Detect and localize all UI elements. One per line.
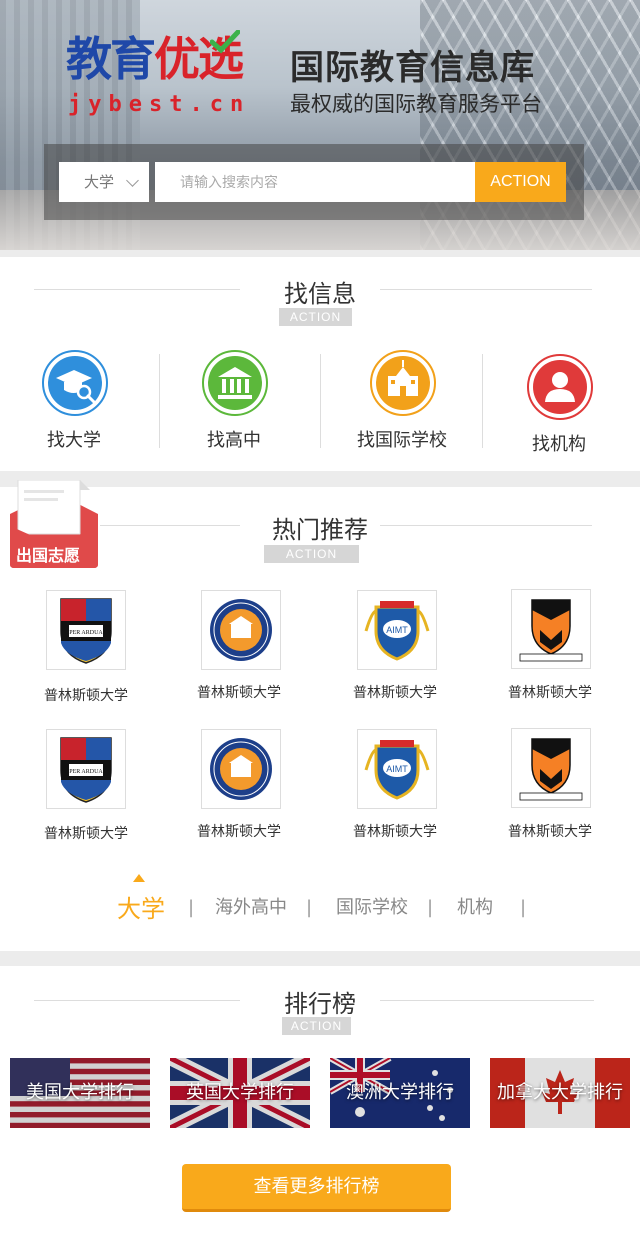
virginia-seal-icon [201, 590, 281, 670]
tab-university[interactable]: 大学 [117, 889, 165, 924]
ranking-label: 美国大学排行 [26, 1082, 134, 1103]
more-rankings-button[interactable]: 查看更多排行榜 [182, 1164, 451, 1212]
ranking-canada[interactable]: 加拿大大学排行 [490, 1058, 630, 1128]
university-name: 普林斯顿大学 [44, 688, 128, 704]
princeton-shield-icon [511, 589, 591, 669]
ranking-section: 排行榜 ACTION 美国大学排行 英国大学排行 澳洲大学排行 加拿大大学排行 … [0, 966, 640, 1253]
ranking-label: 澳洲大学排行 [346, 1082, 454, 1103]
find-info-section: 找信息 ACTION 找大学 找高中 找国际学校 找机构 [0, 257, 640, 471]
slogan-main: 国际教育信息库 [290, 48, 535, 88]
person-icon [527, 354, 593, 420]
find-item-label: 找国际学校 [357, 430, 447, 451]
ranking-uk[interactable]: 英国大学排行 [170, 1058, 310, 1128]
find-item-label: 找高中 [207, 430, 261, 451]
study-abroad-ribbon[interactable]: 出国志愿 [10, 479, 100, 570]
aimt-crest-icon: AIMT [357, 590, 437, 670]
section-badge: ACTION [279, 308, 352, 326]
chevron-down-icon [126, 174, 139, 187]
section-title: 找信息 [284, 280, 356, 308]
search-category-select[interactable]: 大学 [59, 162, 149, 202]
university-name: 普林斯顿大学 [197, 824, 281, 840]
divider [482, 354, 483, 448]
search-button[interactable]: ACTION [475, 162, 566, 202]
divider [320, 354, 321, 448]
slogan-sub: 最权威的国际教育服务平台 [290, 92, 542, 116]
find-item-label: 找大学 [47, 430, 101, 451]
active-indicator-icon [133, 874, 145, 882]
section-badge: ACTION [282, 1017, 351, 1035]
princeton-shield-icon [511, 728, 591, 808]
logo-domain: jybest.cn [68, 92, 251, 117]
tab-separator: | [520, 897, 527, 918]
virginia-seal-icon [201, 729, 281, 809]
hero-banner: 教育优选 jybest.cn 国际教育信息库 最权威的国际教育服务平台 大学 A… [0, 0, 640, 250]
university-name: 普林斯顿大学 [508, 685, 592, 701]
tab-separator: | [306, 897, 313, 918]
ranking-australia[interactable]: 澳洲大学排行 [330, 1058, 470, 1128]
tab-separator: | [427, 897, 434, 918]
university-name: 普林斯顿大学 [353, 824, 437, 840]
section-title: 排行榜 [284, 990, 356, 1018]
search-input[interactable] [155, 162, 475, 202]
search-panel: 大学 ACTION [44, 144, 584, 220]
university-name: 普林斯顿大学 [508, 824, 592, 840]
school-building-icon [370, 350, 436, 416]
category-tabs: 大学 | 海外高中 | 国际学校 | 机构 | [0, 874, 640, 928]
svg-text:PER ARDUA: PER ARDUA [69, 630, 103, 636]
ranking-label: 英国大学排行 [186, 1082, 294, 1103]
search-category-value: 大学 [84, 173, 115, 191]
birmingham-crest-icon: PER ARDUA [46, 729, 126, 809]
tab-overseas-high-school[interactable]: 海外高中 [215, 893, 287, 919]
svg-text:AIMT: AIMT [386, 625, 408, 635]
birmingham-crest-icon: PER ARDUA [46, 590, 126, 670]
graduation-cap-search-icon [42, 350, 108, 416]
checkmark-icon [210, 30, 240, 54]
section-badge: ACTION [264, 545, 359, 563]
svg-text:PER ARDUA: PER ARDUA [69, 769, 103, 775]
university-name: 普林斯顿大学 [44, 826, 128, 842]
ranking-label: 加拿大大学排行 [497, 1082, 623, 1103]
aimt-crest-icon: AIMT [357, 729, 437, 809]
ribbon-label: 出国志愿 [16, 546, 81, 565]
divider [159, 354, 160, 448]
university-name: 普林斯顿大学 [197, 685, 281, 701]
tab-separator: | [188, 897, 195, 918]
ranking-usa[interactable]: 美国大学排行 [10, 1058, 150, 1128]
university-name: 普林斯顿大学 [353, 685, 437, 701]
tab-international-school[interactable]: 国际学校 [336, 893, 408, 919]
find-item-label: 找机构 [532, 434, 586, 455]
building-columns-icon [202, 350, 268, 416]
svg-text:AIMT: AIMT [386, 764, 408, 774]
tab-organization[interactable]: 机构 [457, 893, 493, 919]
